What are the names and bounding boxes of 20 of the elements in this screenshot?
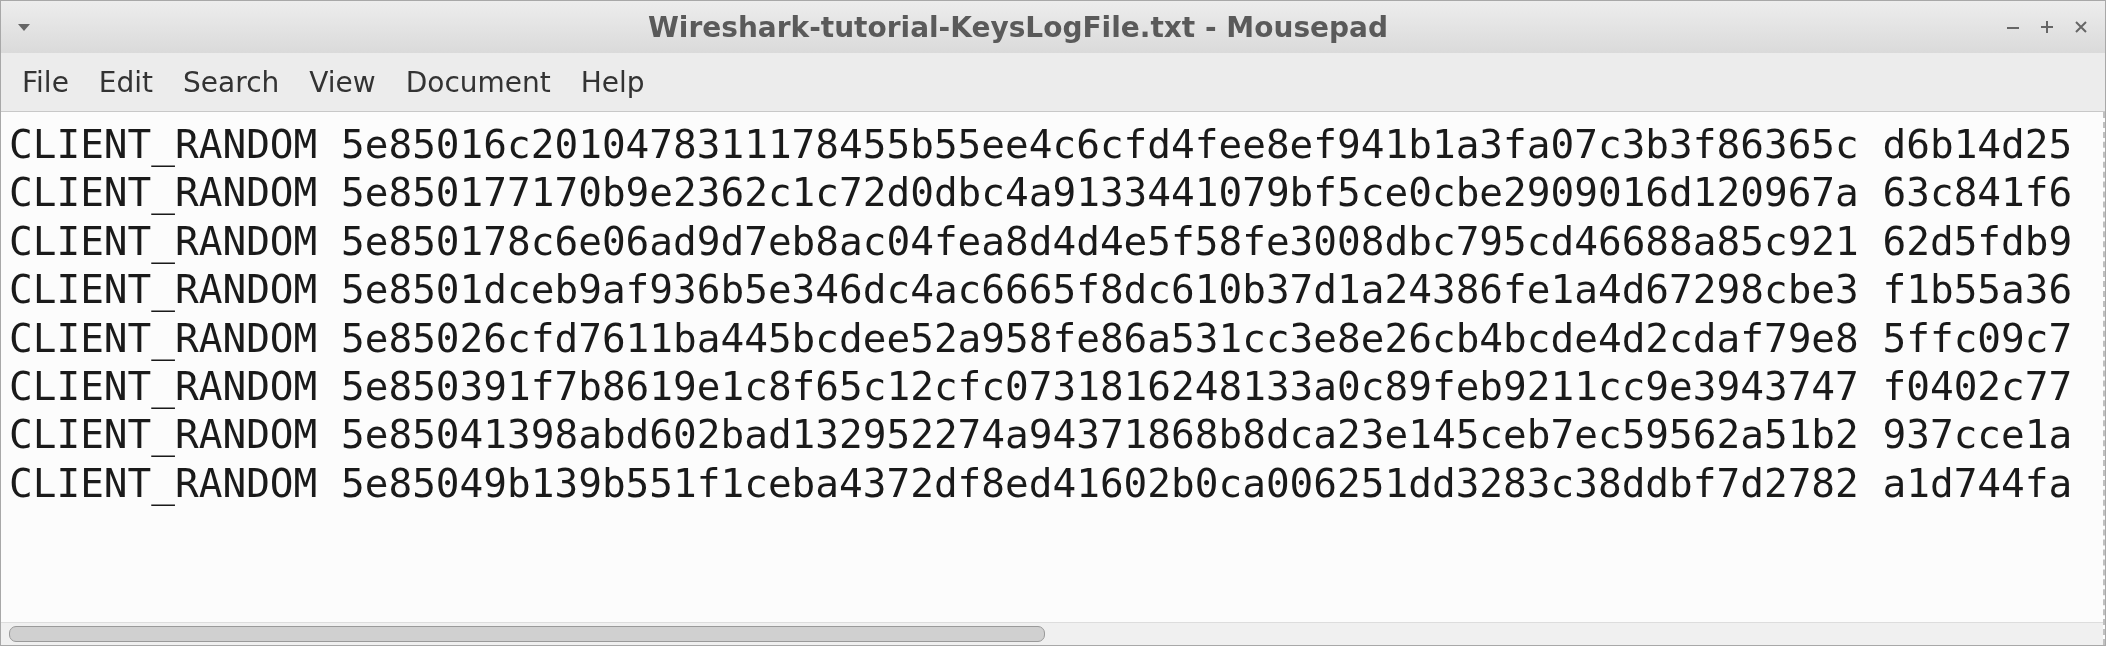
menu-item[interactable]: Search <box>168 59 295 105</box>
menu-item[interactable]: Edit <box>83 59 169 105</box>
menu-item[interactable]: Document <box>390 59 566 105</box>
text-line: CLIENT_RANDOM 5e850177170b9e2362c1c72d0dbc4a9133441079bf5ce0cbe2909016d120967a 63c841f6 <box>9 168 2074 217</box>
menu-item[interactable]: File <box>7 59 84 105</box>
text-line: CLIENT_RANDOM 5e85016c2010478311178455b55ee4c6cfd4fee8ef941b1a3fa07c3b3f86365c d6b14d25 <box>9 120 2074 169</box>
menu-item[interactable]: Help <box>565 59 660 105</box>
horizontal-scrollbar[interactable] <box>1 622 2103 645</box>
menu-item[interactable]: View <box>294 59 391 105</box>
text-line: CLIENT_RANDOM 5e85026cfd7611ba445bcdee52a958fe86a531cc3e8e26cb4bcde4d2cdaf79e8 5ffc09c7 <box>9 313 2074 363</box>
text-line: CLIENT_RANDOM 5e8501dceb9af936b5e346dc4ac6665f8dc610b37d1a24386fe1a4d67298cbe3 f1b55a36 <box>9 265 2074 314</box>
text-line: CLIENT_RANDOM 5e85041398abd602bad132952274a94371868b8dca23e145ceb7ec59562a51b2 937cce1a <box>9 410 2074 459</box>
maximize-icon[interactable] <box>2039 19 2055 35</box>
window-title: Wireshark-tutorial-KeysLogFile.txt - Mousepad <box>646 10 1390 44</box>
scrollbar-thumb[interactable] <box>9 626 1045 642</box>
close-icon[interactable] <box>2073 19 2089 35</box>
text-line: CLIENT_RANDOM 5e850178c6e06ad9d7eb8ac04fea8d4d4e5f58fe3008dbc795cd46688a85c921 62d5fdb9 <box>9 216 2074 266</box>
text-line: CLIENT_RANDOM 5e850391f7b8619e1c8f65c12cfc0731816248133a0c89feb9211cc9e3943747 f0402c77 <box>9 362 2074 411</box>
window-menu-icon[interactable] <box>17 22 31 32</box>
text-line: CLIENT_RANDOM 5e85049b139b551f1ceba4372df8ed41602b0ca006251dd3283c38ddbf7d2782 a1d744fa <box>9 458 2074 508</box>
